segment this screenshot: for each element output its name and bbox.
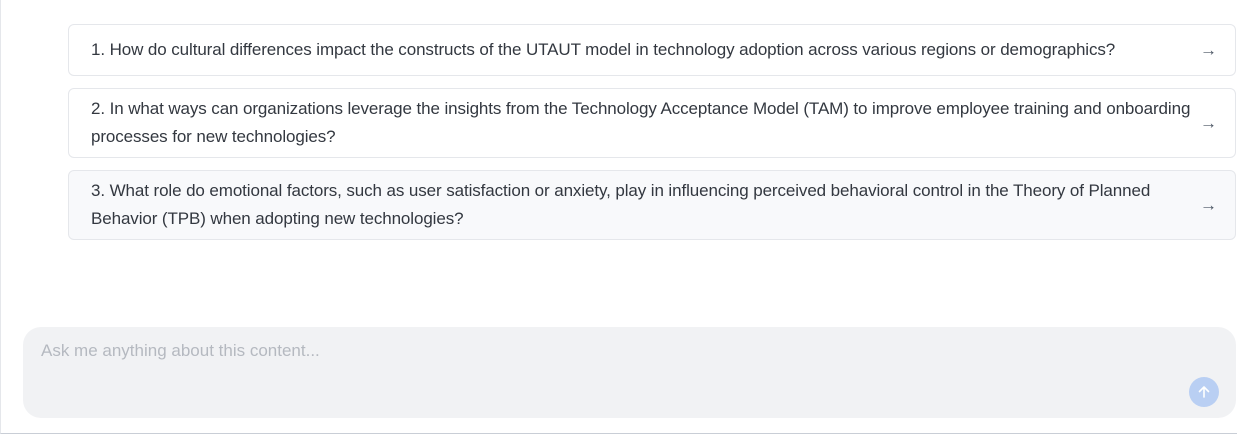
suggested-question-1[interactable]: 1. How do cultural differences impact th… [68,24,1236,76]
suggested-question-text: 3. What role do emotional factors, such … [91,181,1151,228]
suggestions-panel: 1. How do cultural differences impact th… [0,0,1237,434]
suggested-question-text: 2. In what ways can organizations levera… [91,99,1191,146]
arrow-right-icon: → [1200,40,1217,60]
send-button[interactable] [1189,377,1219,407]
suggested-question-2[interactable]: 2. In what ways can organizations levera… [68,88,1236,158]
arrow-right-icon: → [1200,195,1217,215]
arrow-up-icon [1198,386,1210,398]
suggested-question-3[interactable]: 3. What role do emotional factors, such … [68,170,1236,240]
chat-input[interactable] [41,337,1181,365]
arrow-right-icon: → [1200,113,1217,133]
chat-input-container [23,327,1236,418]
suggested-question-text: 1. How do cultural differences impact th… [91,40,1116,59]
